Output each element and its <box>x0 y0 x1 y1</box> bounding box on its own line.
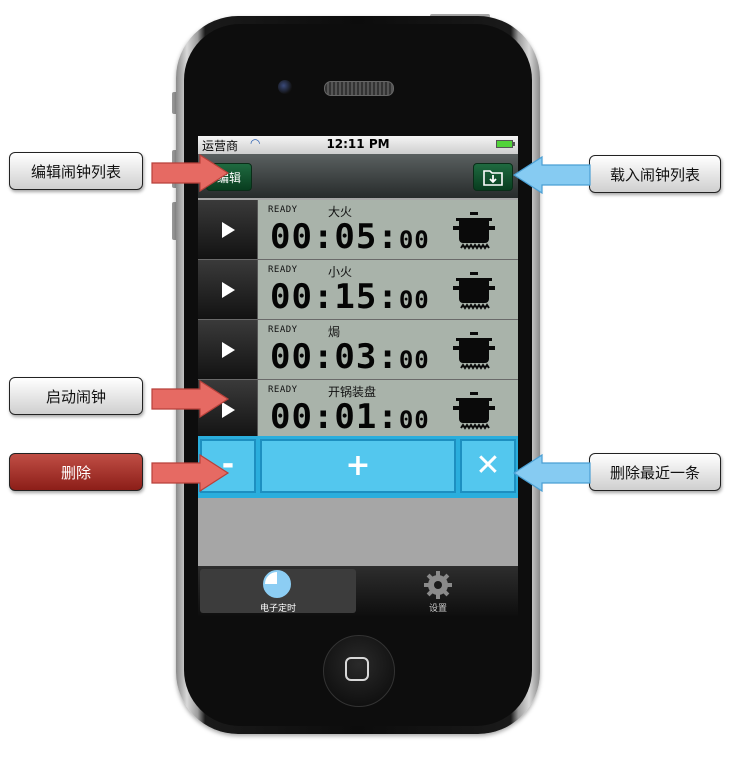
play-button[interactable] <box>198 320 258 379</box>
timer-hm: 00:15: <box>270 277 399 317</box>
folder-download-icon <box>483 170 503 186</box>
play-icon <box>222 222 235 238</box>
pot-icon <box>453 272 495 310</box>
status-bar: 运营商 ◠ 12:11 PM <box>198 136 518 154</box>
pot-icon <box>453 212 495 250</box>
status-time: 12:11 PM <box>326 137 390 151</box>
arrow-left-icon <box>512 453 591 493</box>
timer-hm: 00:05: <box>270 217 399 257</box>
callout-start-alarm: 启动闹钟 <box>9 377 143 415</box>
timer-display: 00:03:00 <box>270 340 430 377</box>
pot-icon <box>453 332 495 370</box>
app-screen: 运营商 ◠ 12:11 PM 编辑 READY 大火 00:05:00 READ… <box>198 136 518 591</box>
timer-pie-icon <box>263 570 291 598</box>
timer-seconds: 00 <box>398 226 430 254</box>
play-icon <box>222 282 235 298</box>
timer-display: 00:01:00 <box>270 400 430 437</box>
pot-icon <box>453 392 495 430</box>
arrow-right-icon <box>151 453 230 493</box>
arrow-left-icon <box>512 155 591 195</box>
timer-hm: 00:01: <box>270 397 399 437</box>
arrow-right-icon <box>151 153 230 193</box>
timer-hm: 00:03: <box>270 337 399 377</box>
home-square-icon <box>345 657 369 681</box>
front-camera <box>278 80 292 94</box>
timer-status: READY <box>268 325 298 335</box>
tab-bar: 电子定时 设置 <box>198 566 518 616</box>
load-list-button[interactable] <box>473 163 513 191</box>
callout-delete-last: 删除最近一条 <box>589 453 721 491</box>
add-timer-button[interactable]: + <box>260 439 456 493</box>
timer-seconds: 00 <box>398 286 430 314</box>
timer-row[interactable]: READY 小火 00:15:00 <box>198 260 518 320</box>
timer-row[interactable]: READY 焗 00:03:00 <box>198 320 518 380</box>
callout-delete: 删除 <box>9 453 143 491</box>
delete-last-button[interactable]: ✕ <box>460 439 516 493</box>
timer-display: 00:15:00 <box>270 280 430 317</box>
play-button[interactable] <box>198 200 258 259</box>
callout-load-list: 载入闹钟列表 <box>589 155 721 193</box>
callout-edit-list: 编辑闹钟列表 <box>9 152 143 190</box>
timer-seconds: 00 <box>398 406 430 434</box>
earpiece-speaker <box>324 81 394 96</box>
tab-label: 电子定时 <box>259 604 296 614</box>
timer-seconds: 00 <box>398 346 430 374</box>
navigation-bar: 编辑 <box>198 154 518 198</box>
control-bar: - + ✕ <box>198 436 518 498</box>
play-icon <box>222 342 235 358</box>
timer-status: READY <box>268 205 298 215</box>
timer-row[interactable]: READY 开锅装盘 00:01:00 <box>198 380 518 440</box>
tab-label: 设置 <box>428 604 447 614</box>
timer-status: READY <box>268 265 298 275</box>
play-button[interactable] <box>198 260 258 319</box>
battery-icon <box>496 140 515 148</box>
timer-row[interactable]: READY 大火 00:05:00 <box>198 200 518 260</box>
arrow-right-icon <box>151 379 230 419</box>
timer-display: 00:05:00 <box>270 220 430 257</box>
timer-status: READY <box>268 385 298 395</box>
gear-icon <box>424 571 452 599</box>
